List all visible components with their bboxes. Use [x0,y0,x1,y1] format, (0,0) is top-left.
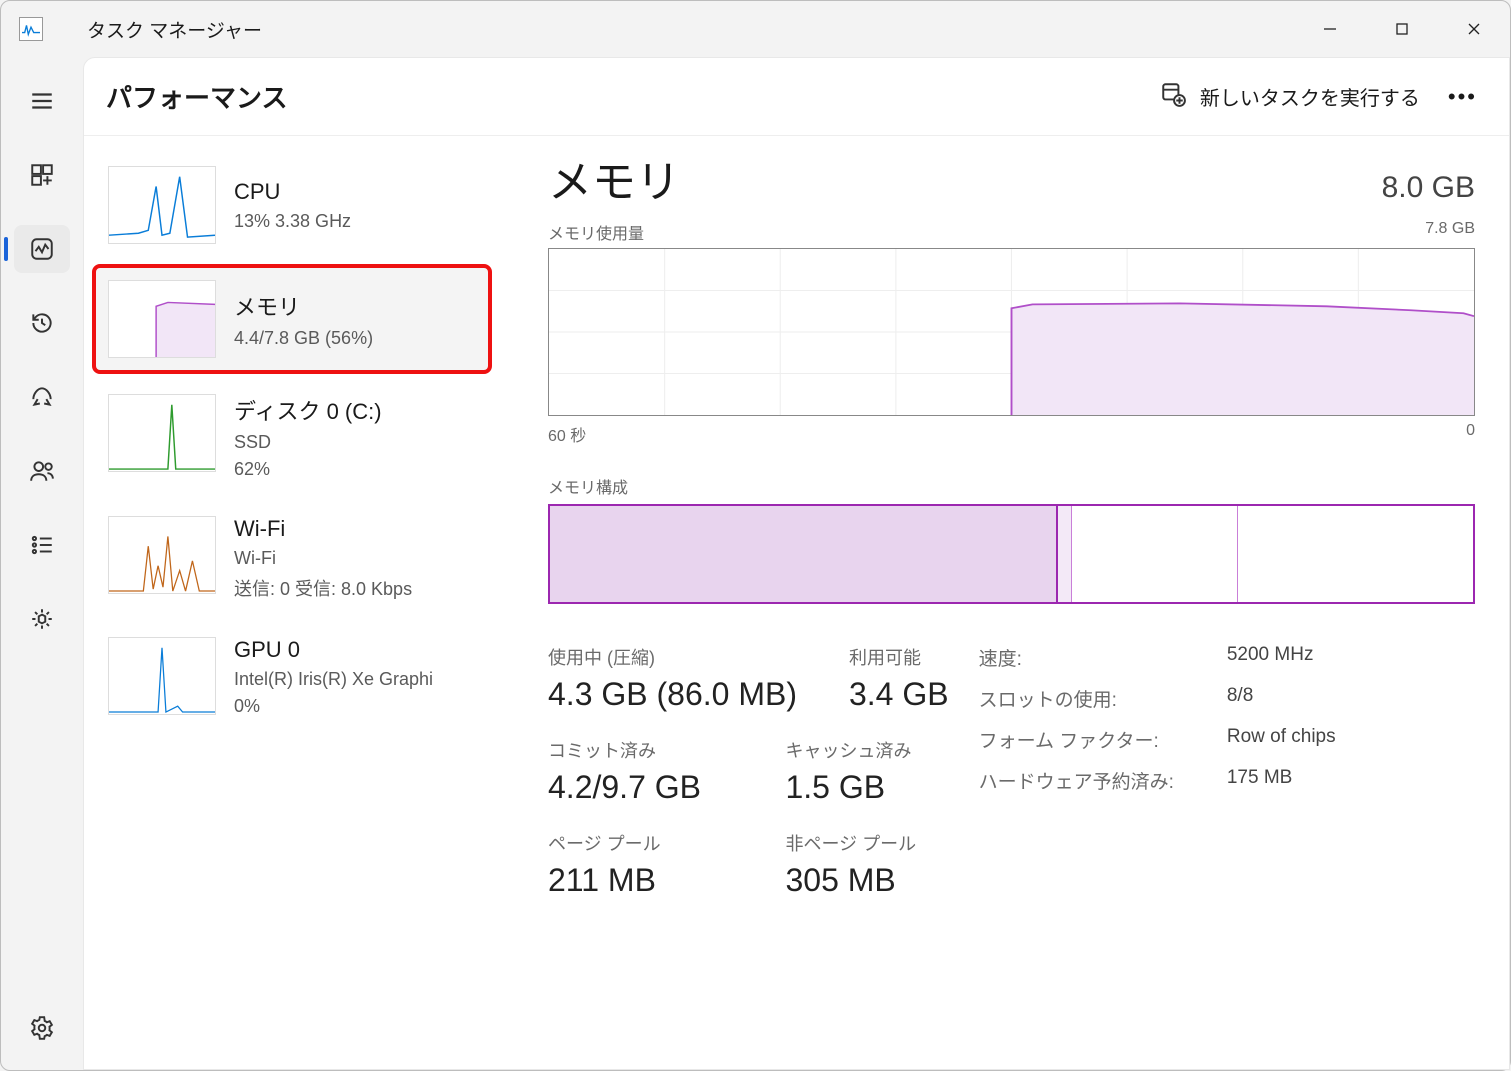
nav-settings[interactable] [14,1004,70,1052]
stat-value: 305 MB [785,862,948,899]
comp-seg-free [1238,506,1473,602]
nav-app-history[interactable] [14,299,70,347]
content-body: CPU 13% 3.38 GHz メモリ 4.4/7.8 GB (56%) [84,136,1509,1069]
nav-startup[interactable] [14,373,70,421]
stat-label: 利用可能 [849,644,949,670]
perf-item-sub: 4.4/7.8 GB (56%) [234,328,373,349]
perf-item-sub2: 0% [234,696,433,717]
hamburger-button[interactable] [14,77,70,125]
wifi-thumb-icon [108,516,216,594]
detail-capacity: 8.0 GB [1382,171,1475,205]
spec-key: 速度: [979,644,1197,671]
perf-item-gpu[interactable]: GPU 0 Intel(R) Iris(R) Xe Graphi 0% [92,621,492,733]
titlebar: タスク マネージャー [1,1,1510,57]
memory-usage-chart[interactable] [548,248,1475,416]
perf-item-sub2: 62% [234,459,382,480]
run-task-icon [1160,81,1186,113]
spec-value: 8/8 [1227,685,1359,712]
nav-users[interactable] [14,447,70,495]
content-header: パフォーマンス 新しいタスクを実行する ••• [84,58,1509,136]
composition-label: メモリ構成 [548,474,1475,498]
nav-rail [1,57,83,1070]
nav-performance[interactable] [14,225,70,273]
comp-seg-modified [1058,506,1072,602]
app-icon [19,17,43,41]
perf-item-sub: 13% 3.38 GHz [234,211,351,232]
comp-seg-standby [1072,506,1238,602]
spec-key: スロットの使用: [979,685,1197,712]
stat-label: ページ プール [548,830,733,856]
window: タスク マネージャー [0,0,1511,1071]
usage-chart-max: 7.8 GB [1425,220,1475,244]
stat-value: 211 MB [548,862,733,899]
window-controls [1294,1,1510,57]
perf-item-sub: Intel(R) Iris(R) Xe Graphi [234,669,433,690]
perf-item-sub: SSD [234,432,382,453]
nav-details[interactable] [14,521,70,569]
spec-value: 175 MB [1227,767,1359,794]
stat-value: 1.5 GB [785,769,948,806]
perf-item-sub2: 送信: 0 受信: 8.0 Kbps [234,575,412,601]
run-new-task-button[interactable]: 新しいタスクを実行する [1160,81,1420,113]
gpu-thumb-icon [108,637,216,715]
cpu-thumb-icon [108,166,216,244]
content: パフォーマンス 新しいタスクを実行する ••• [83,57,1510,1070]
detail-title: メモリ [548,146,680,210]
stat-label: 非ページ プール [785,830,948,856]
comp-seg-in-use [550,506,1058,602]
maximize-button[interactable] [1366,1,1438,57]
memory-detail: メモリ 8.0 GB メモリ使用量 7.8 GB [498,136,1509,1069]
performance-list: CPU 13% 3.38 GHz メモリ 4.4/7.8 GB (56%) [84,136,498,1069]
minimize-button[interactable] [1294,1,1366,57]
stat-value: 4.3 GB (86.0 MB) [548,676,797,713]
nav-processes[interactable] [14,151,70,199]
stats-left: 使用中 (圧縮) 4.3 GB (86.0 MB) 利用可能 3.4 GB [548,644,949,899]
memory-thumb-icon [108,280,216,358]
perf-item-wifi[interactable]: Wi-Fi Wi-Fi 送信: 0 受信: 8.0 Kbps [92,500,492,617]
window-title: タスク マネージャー [87,16,262,43]
stat-value: 4.2/9.7 GB [548,769,733,806]
perf-item-name: Wi-Fi [234,516,412,542]
perf-item-disk[interactable]: ディスク 0 (C:) SSD 62% [92,378,492,496]
body: パフォーマンス 新しいタスクを実行する ••• [1,57,1510,1070]
nav-services[interactable] [14,595,70,643]
stat-label: キャッシュ済み [785,737,948,763]
page-title: パフォーマンス [106,78,287,115]
perf-item-sub: Wi-Fi [234,548,412,569]
memory-composition-bar[interactable] [548,504,1475,604]
usage-chart-label: メモリ使用量 [548,220,644,244]
perf-item-cpu[interactable]: CPU 13% 3.38 GHz [92,150,492,260]
stats-right: 速度: 5200 MHz スロットの使用: 8/8 フォーム ファクター: Ro… [979,644,1359,899]
perf-item-name: ディスク 0 (C:) [234,394,382,426]
spec-value: Row of chips [1227,726,1359,753]
perf-item-name: GPU 0 [234,637,433,663]
stat-value: 3.4 GB [849,676,949,713]
perf-item-name: メモリ [234,290,373,322]
perf-item-name: CPU [234,179,351,205]
spec-key: フォーム ファクター: [979,726,1197,753]
perf-item-memory[interactable]: メモリ 4.4/7.8 GB (56%) [92,264,492,374]
disk-thumb-icon [108,394,216,472]
stat-label: コミット済み [548,737,733,763]
more-button[interactable]: ••• [1442,84,1483,110]
spec-key: ハードウェア予約済み: [979,767,1197,794]
x-axis-left: 60 秒 [548,422,586,446]
x-axis-right: 0 [1466,422,1475,446]
spec-value: 5200 MHz [1227,644,1359,671]
stat-label: 使用中 (圧縮) [548,644,797,670]
close-button[interactable] [1438,1,1510,57]
run-task-label: 新しいタスクを実行する [1200,82,1420,111]
